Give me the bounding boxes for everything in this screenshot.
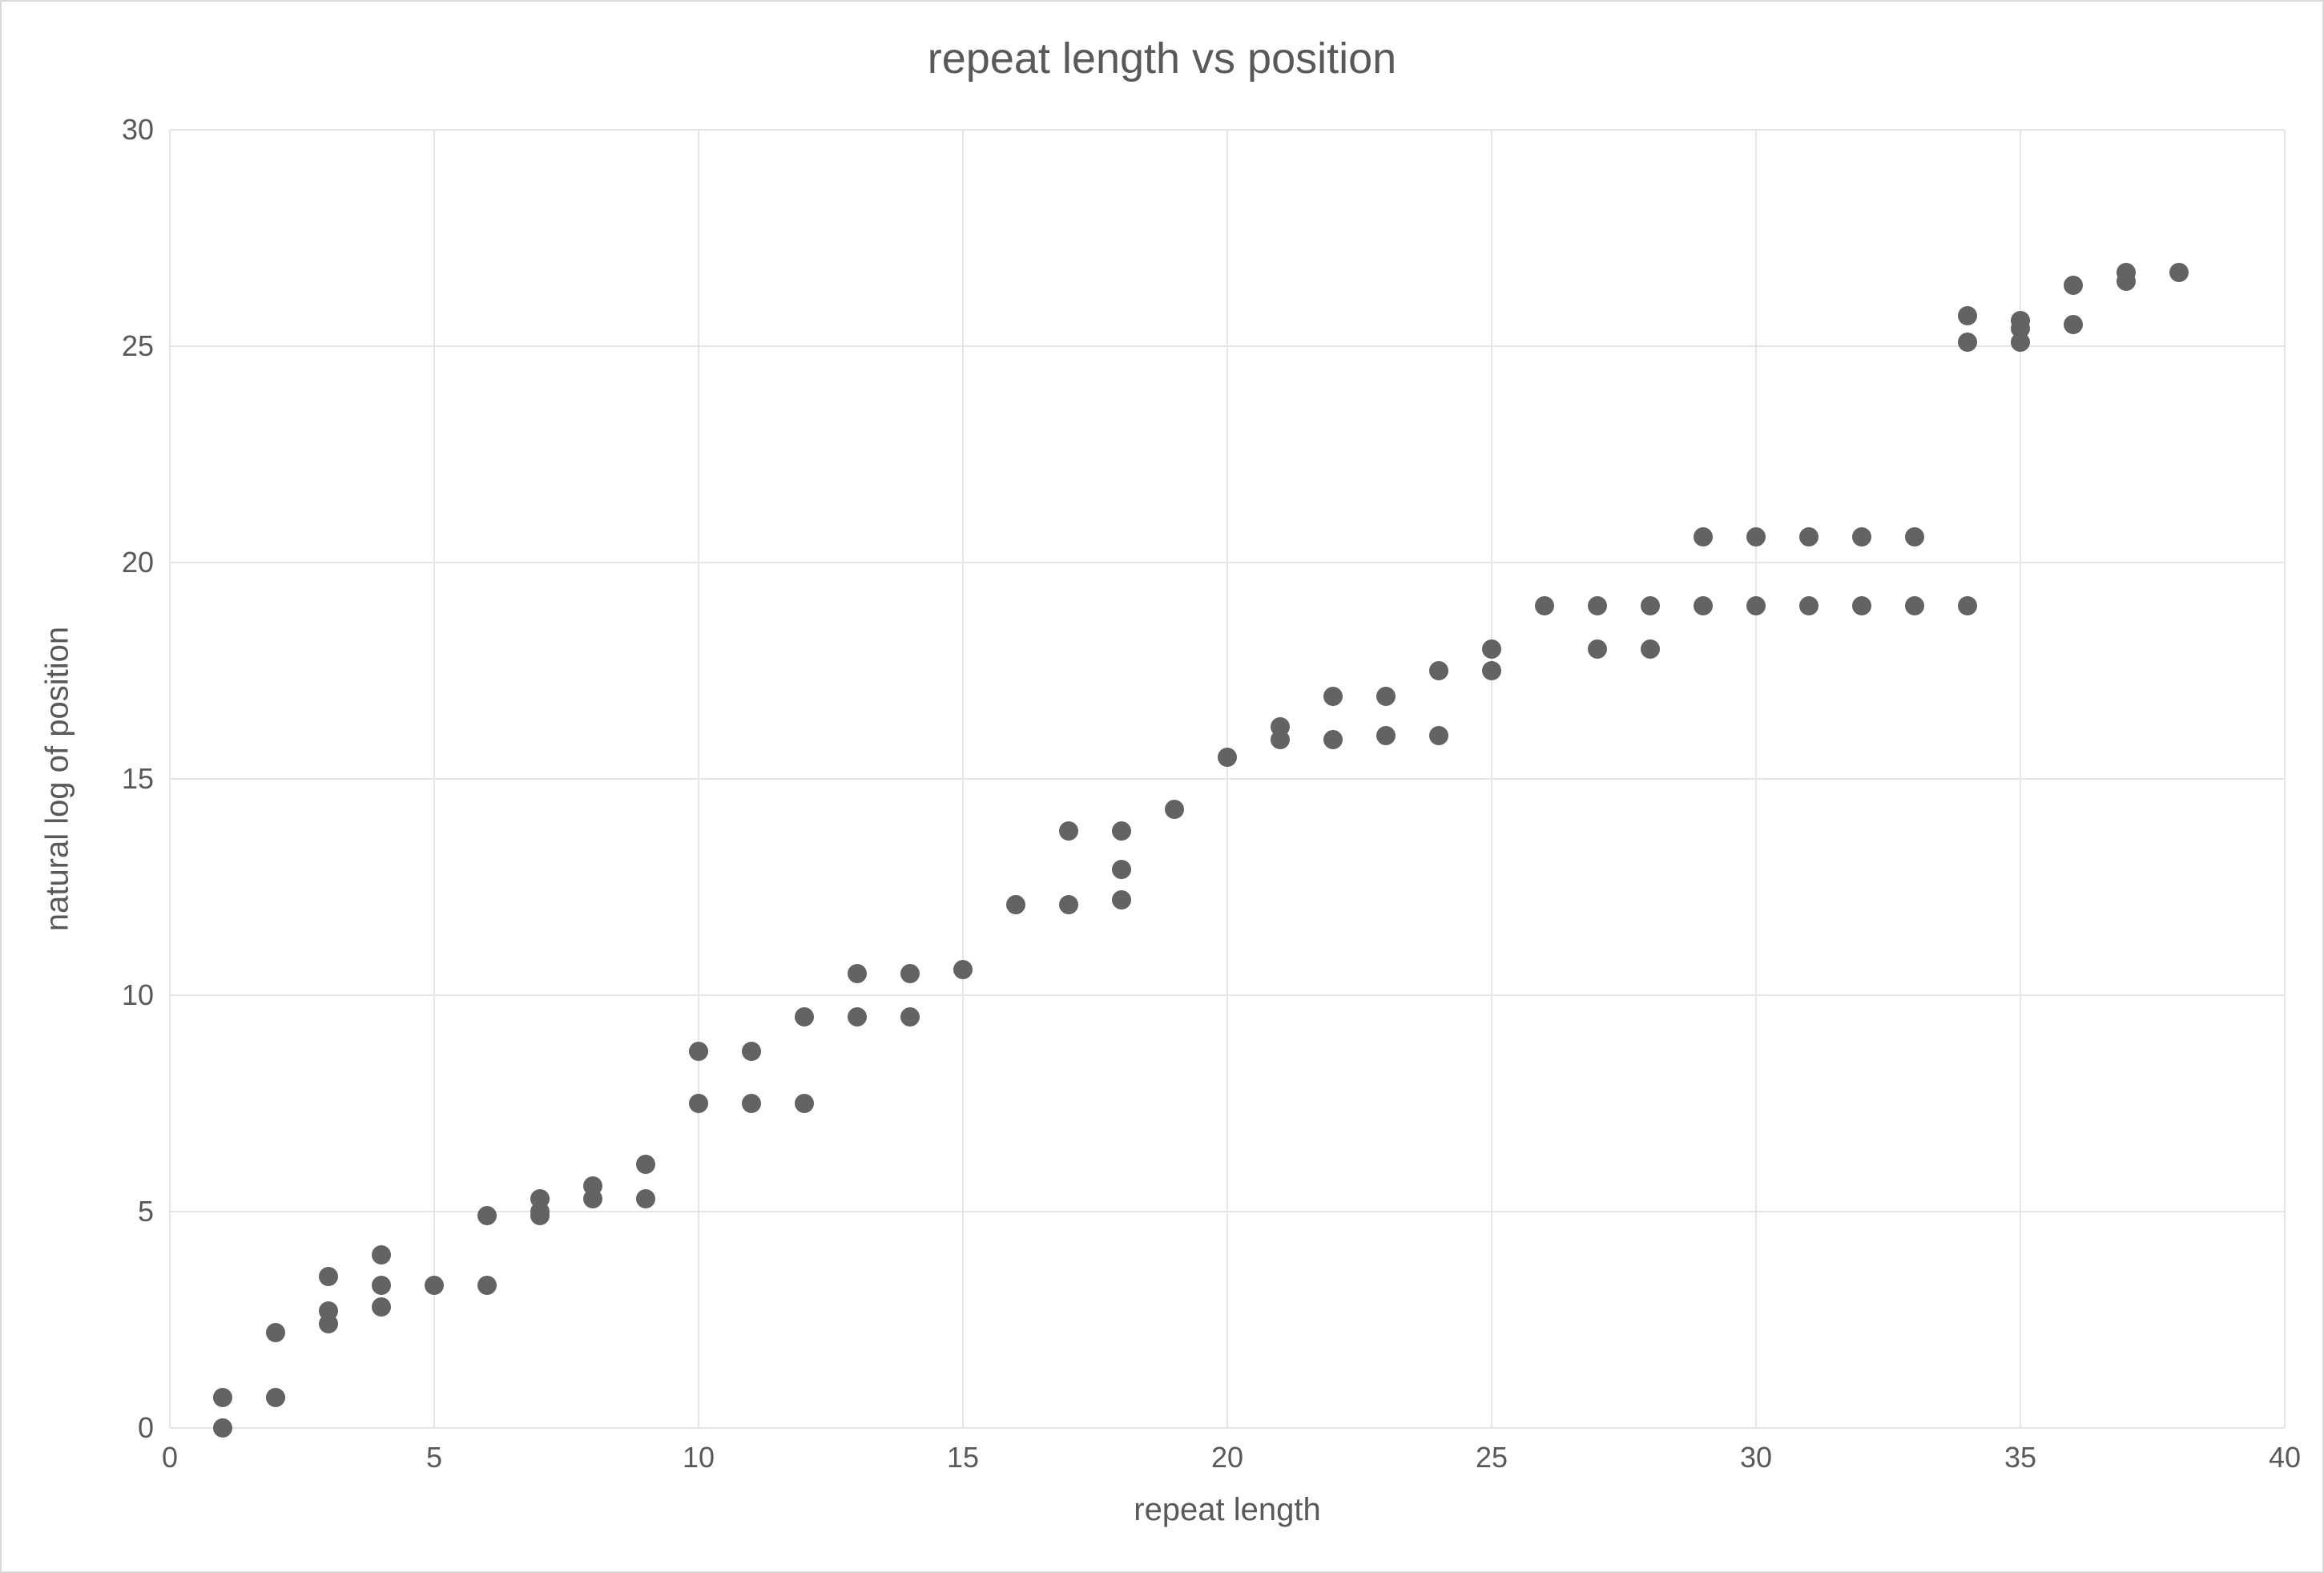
- data-point: [636, 1189, 655, 1208]
- data-point: [636, 1155, 655, 1174]
- gridline-horizontal: [170, 129, 2285, 131]
- data-point: [900, 1007, 920, 1026]
- y-tick-label: 5: [138, 1195, 154, 1228]
- data-point: [1958, 596, 1977, 615]
- data-point: [1218, 748, 1237, 767]
- data-point: [1694, 527, 1713, 547]
- x-tick-label: 0: [162, 1441, 178, 1474]
- data-point: [2064, 276, 2083, 295]
- data-point: [1852, 596, 1871, 615]
- data-point: [848, 1007, 867, 1026]
- data-point: [1641, 596, 1660, 615]
- data-point: [1323, 730, 1343, 749]
- data-point: [2064, 315, 2083, 334]
- data-point: [1482, 661, 1501, 680]
- data-point: [372, 1276, 391, 1295]
- data-point: [1958, 333, 1977, 352]
- data-point: [1746, 527, 1766, 547]
- data-point: [372, 1297, 391, 1317]
- x-axis-label: repeat length: [1134, 1492, 1321, 1528]
- gridline-horizontal: [170, 1427, 2285, 1429]
- y-tick-label: 25: [122, 329, 154, 363]
- data-point: [319, 1301, 338, 1321]
- data-point: [1799, 527, 1819, 547]
- data-point: [1271, 717, 1290, 736]
- x-tick-label: 10: [683, 1441, 715, 1474]
- data-point: [742, 1042, 761, 1061]
- data-point: [1323, 687, 1343, 706]
- gridline-horizontal: [170, 994, 2285, 996]
- data-point: [1429, 661, 1448, 680]
- chart-title: repeat length vs position: [2, 34, 2322, 83]
- data-point: [1006, 895, 1025, 914]
- data-point: [689, 1094, 708, 1113]
- y-axis-label: natural log of position: [40, 627, 76, 931]
- data-point: [1694, 596, 1713, 615]
- data-point: [2117, 263, 2136, 282]
- x-tick-label: 20: [1211, 1441, 1243, 1474]
- data-point: [1746, 596, 1766, 615]
- y-tick-label: 10: [122, 978, 154, 1012]
- data-point: [372, 1245, 391, 1264]
- data-point: [1376, 726, 1396, 745]
- chart-frame: repeat length vs position repeat length …: [0, 0, 2324, 1573]
- data-point: [1535, 596, 1554, 615]
- gridline-horizontal: [170, 778, 2285, 780]
- data-point: [795, 1007, 814, 1026]
- data-point: [2011, 311, 2030, 330]
- data-point: [1059, 821, 1078, 841]
- gridline-horizontal: [170, 562, 2285, 563]
- data-point: [1588, 639, 1607, 659]
- x-tick-label: 40: [2269, 1441, 2301, 1474]
- data-point: [477, 1206, 497, 1225]
- data-point: [530, 1189, 550, 1208]
- x-tick-label: 15: [947, 1441, 979, 1474]
- data-point: [1429, 726, 1448, 745]
- x-tick-label: 30: [1740, 1441, 1772, 1474]
- y-tick-label: 30: [122, 113, 154, 147]
- data-point: [742, 1094, 761, 1113]
- data-point: [213, 1418, 232, 1438]
- data-point: [1905, 527, 1924, 547]
- data-point: [319, 1267, 338, 1286]
- data-point: [1799, 596, 1819, 615]
- data-point: [266, 1388, 285, 1407]
- data-point: [1059, 895, 1078, 914]
- data-point: [1112, 860, 1131, 879]
- data-point: [1482, 639, 1501, 659]
- x-tick-label: 5: [426, 1441, 442, 1474]
- data-point: [689, 1042, 708, 1061]
- data-point: [1852, 527, 1871, 547]
- data-point: [848, 964, 867, 983]
- x-tick-label: 35: [2004, 1441, 2036, 1474]
- x-tick-label: 25: [1476, 1441, 1508, 1474]
- data-point: [213, 1388, 232, 1407]
- data-point: [1112, 890, 1131, 910]
- data-point: [2169, 263, 2189, 282]
- data-point: [953, 960, 973, 979]
- plot-area: [170, 130, 2285, 1428]
- data-point: [795, 1094, 814, 1113]
- data-point: [1588, 596, 1607, 615]
- data-point: [1165, 800, 1184, 819]
- y-tick-label: 0: [138, 1411, 154, 1445]
- data-point: [900, 964, 920, 983]
- data-point: [1376, 687, 1396, 706]
- y-tick-label: 15: [122, 762, 154, 796]
- data-point: [1641, 639, 1660, 659]
- y-tick-label: 20: [122, 546, 154, 579]
- data-point: [477, 1276, 497, 1295]
- data-point: [266, 1323, 285, 1342]
- data-point: [1905, 596, 1924, 615]
- data-point: [1112, 821, 1131, 841]
- data-point: [1958, 306, 1977, 325]
- data-point: [425, 1276, 444, 1295]
- data-point: [583, 1176, 602, 1196]
